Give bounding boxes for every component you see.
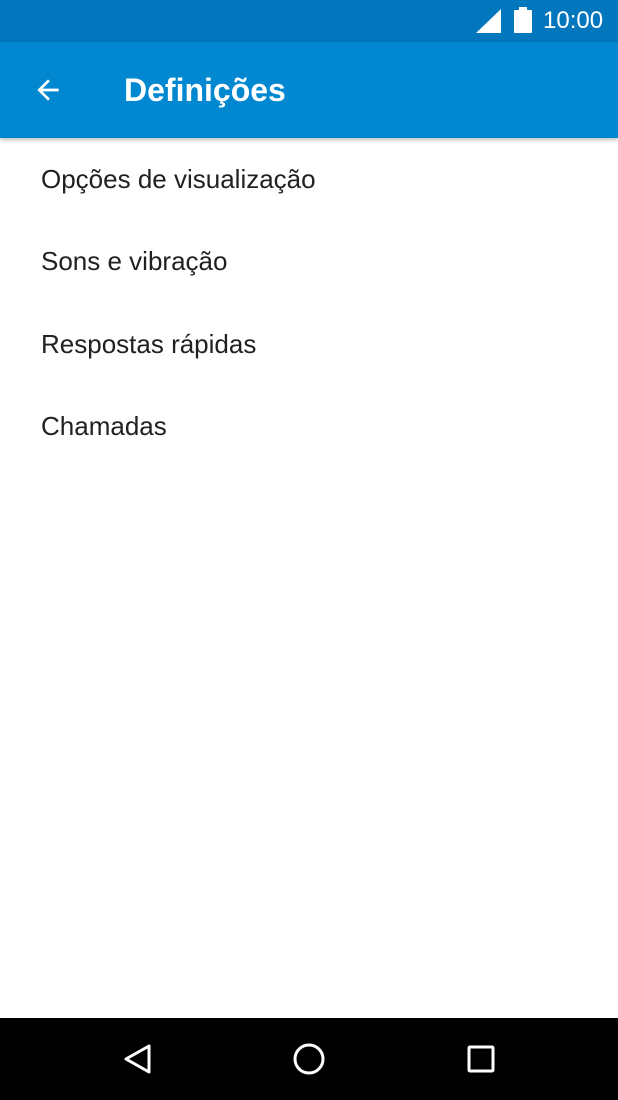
nav-home-button[interactable] — [284, 1034, 334, 1084]
nav-home-icon — [293, 1043, 325, 1075]
settings-item-label: Chamadas — [41, 411, 167, 442]
settings-item-sounds-vibration[interactable]: Sons e vibração — [0, 221, 618, 304]
page-title: Definições — [124, 72, 286, 108]
nav-recents-button[interactable] — [456, 1034, 506, 1084]
status-bar: 10:00 — [0, 0, 618, 42]
back-button[interactable] — [20, 62, 76, 118]
settings-list: Opções de visualização Sons e vibração R… — [0, 138, 618, 468]
signal-icon — [476, 9, 501, 33]
settings-item-label: Opções de visualização — [41, 163, 316, 194]
nav-back-icon — [124, 1044, 151, 1074]
nav-back-button[interactable] — [112, 1034, 162, 1084]
app-bar: Definições — [0, 42, 618, 138]
settings-item-label: Respostas rápidas — [41, 328, 257, 359]
settings-item-quick-responses[interactable]: Respostas rápidas — [0, 303, 618, 386]
settings-item-calls[interactable]: Chamadas — [0, 386, 618, 469]
settings-item-display-options[interactable]: Opções de visualização — [0, 138, 618, 221]
navigation-bar — [0, 1018, 618, 1100]
battery-icon — [514, 7, 532, 33]
settings-item-label: Sons e vibração — [41, 246, 228, 277]
arrow-back-icon — [37, 79, 59, 101]
nav-recents-icon — [467, 1045, 495, 1073]
status-clock: 10:00 — [543, 7, 604, 34]
